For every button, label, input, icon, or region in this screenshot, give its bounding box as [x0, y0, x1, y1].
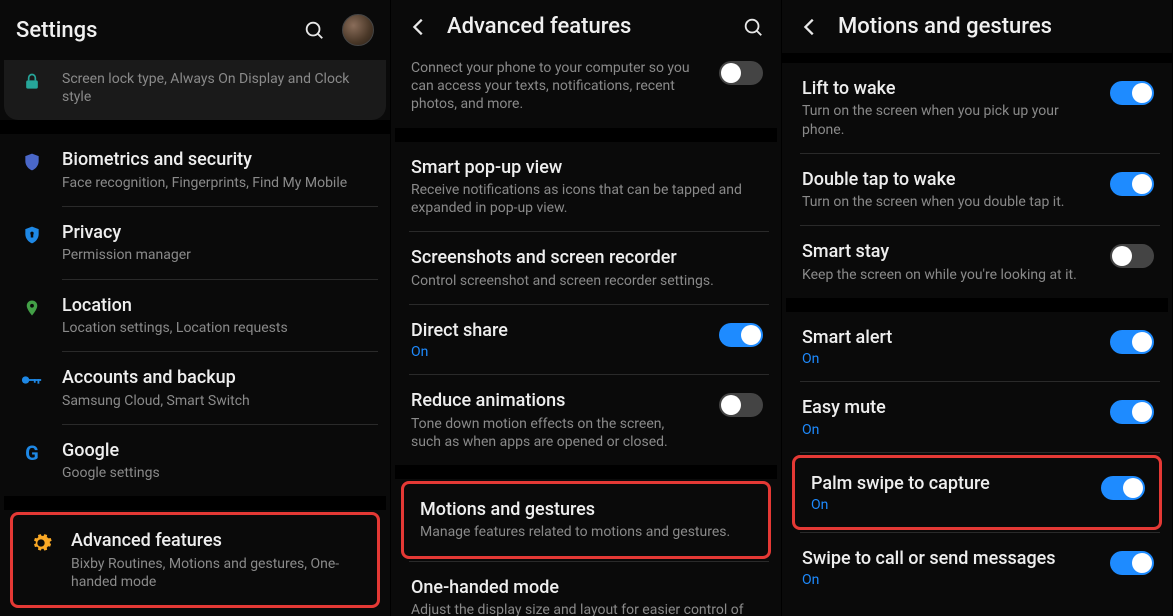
location-item[interactable]: Location Location settings, Location req…	[4, 280, 386, 352]
link-to-windows-toggle[interactable]	[719, 61, 763, 85]
easy-mute-item[interactable]: Easy mute On	[786, 382, 1168, 451]
gear-icon	[29, 531, 53, 555]
search-icon[interactable]	[741, 15, 765, 39]
privacy-shield-icon	[20, 223, 44, 247]
back-icon[interactable]	[407, 15, 431, 39]
lock-icon	[20, 70, 44, 94]
advanced-features-panel: Advanced features Connect your phone to …	[391, 0, 782, 616]
location-pin-icon	[20, 296, 44, 320]
double-tap-item[interactable]: Double tap to wake Turn on the screen wh…	[786, 154, 1168, 226]
motions-header: Motions and gestures	[782, 0, 1172, 53]
smart-stay-toggle[interactable]	[1110, 244, 1154, 268]
reduce-animations-item[interactable]: Reduce animations Tone down motion effec…	[395, 375, 777, 465]
key-icon	[20, 368, 44, 392]
one-handed-item[interactable]: One-handed mode Adjust the display size …	[395, 562, 777, 616]
profile-avatar[interactable]	[342, 14, 374, 46]
direct-share-item[interactable]: Direct share On	[395, 305, 777, 374]
motions-panel: Motions and gestures Lift to wake Turn o…	[782, 0, 1173, 616]
link-to-windows-item[interactable]: Connect your phone to your computer so y…	[395, 53, 777, 128]
motions-title: Motions and gestures	[838, 14, 1156, 39]
settings-list: Biometrics and security Face recognition…	[0, 134, 390, 616]
google-g-icon: G	[20, 441, 44, 465]
advanced-features-item[interactable]: Advanced features Bixby Routines, Motion…	[10, 512, 380, 608]
advanced-title: Advanced features	[447, 14, 725, 39]
double-tap-toggle[interactable]	[1110, 172, 1154, 196]
screenshots-item[interactable]: Screenshots and screen recorder Control …	[395, 232, 777, 304]
smart-stay-item[interactable]: Smart stay Keep the screen on while you'…	[786, 226, 1168, 298]
google-item[interactable]: G Google Google settings	[4, 425, 386, 497]
easy-mute-toggle[interactable]	[1110, 400, 1154, 424]
swipe-call-toggle[interactable]	[1110, 551, 1154, 575]
search-icon[interactable]	[302, 18, 326, 42]
lock-screen-item[interactable]: Screen lock type, Always On Display and …	[4, 60, 386, 120]
direct-share-toggle[interactable]	[719, 323, 763, 347]
advanced-header: Advanced features	[391, 0, 781, 53]
back-icon[interactable]	[798, 15, 822, 39]
smart-alert-toggle[interactable]	[1110, 330, 1154, 354]
settings-title: Settings	[16, 18, 286, 43]
smart-alert-item[interactable]: Smart alert On	[786, 312, 1168, 381]
motions-gestures-item[interactable]: Motions and gestures Manage features rel…	[401, 481, 771, 559]
advanced-list: Connect your phone to your computer so y…	[391, 53, 781, 616]
lift-to-wake-toggle[interactable]	[1110, 81, 1154, 105]
reduce-animations-toggle[interactable]	[719, 393, 763, 417]
biometrics-item[interactable]: Biometrics and security Face recognition…	[4, 134, 386, 206]
smart-popup-item[interactable]: Smart pop-up view Receive notifications …	[395, 142, 777, 232]
palm-swipe-toggle[interactable]	[1101, 476, 1145, 500]
accounts-item[interactable]: Accounts and backup Samsung Cloud, Smart…	[4, 352, 386, 424]
palm-swipe-item[interactable]: Palm swipe to capture On	[792, 455, 1162, 530]
lift-to-wake-item[interactable]: Lift to wake Turn on the screen when you…	[786, 63, 1168, 153]
settings-header: Settings	[0, 0, 390, 60]
motions-list: Lift to wake Turn on the screen when you…	[782, 63, 1172, 616]
settings-panel: Settings Screen lock type, Always On Dis…	[0, 0, 391, 616]
lock-screen-sub: Screen lock type, Always On Display and …	[62, 70, 372, 106]
privacy-item[interactable]: Privacy Permission manager	[4, 207, 386, 279]
shield-icon	[20, 150, 44, 174]
swipe-call-item[interactable]: Swipe to call or send messages On	[786, 533, 1168, 602]
